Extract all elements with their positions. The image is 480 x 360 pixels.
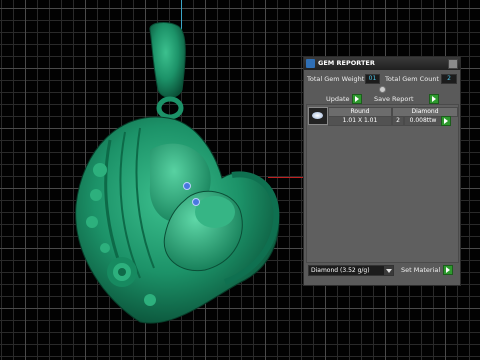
update-button[interactable] bbox=[352, 94, 362, 104]
panel-divider-handle[interactable] bbox=[379, 86, 386, 93]
set-material-button[interactable] bbox=[443, 265, 453, 275]
round-gem-icon bbox=[312, 112, 323, 119]
total-gem-count-label: Total Gem Count bbox=[385, 75, 439, 83]
save-report-label: Save Report bbox=[374, 95, 414, 103]
total-gem-count-field: 2 bbox=[441, 74, 457, 84]
gem-count-cell: 2 bbox=[392, 116, 404, 126]
chevron-down-icon[interactable] bbox=[384, 266, 393, 275]
update-label: Update bbox=[326, 95, 350, 103]
save-report-button[interactable] bbox=[429, 94, 439, 104]
total-gem-weight-field: 01 bbox=[365, 74, 380, 84]
material-value: Diamond (3.52 g/g) bbox=[311, 267, 370, 274]
set-material-label: Set Material bbox=[401, 266, 441, 274]
gem-marker bbox=[183, 182, 191, 190]
gem-select-button[interactable] bbox=[441, 116, 451, 126]
close-icon[interactable] bbox=[448, 59, 458, 69]
gem-weight-cell: 0.008ttw bbox=[404, 116, 442, 126]
gem-marker bbox=[192, 198, 200, 206]
pendant-bail bbox=[149, 22, 186, 98]
total-gem-weight-label: Total Gem Weight bbox=[307, 75, 365, 83]
pendant-jump-ring bbox=[156, 96, 184, 120]
gem-thumbnail[interactable] bbox=[308, 107, 328, 125]
panel-title-bar[interactable]: GEM REPORTER bbox=[304, 57, 460, 70]
gem-size-cell: 1.01 X 1.01 bbox=[328, 116, 392, 126]
gem-reporter-logo-icon bbox=[306, 59, 315, 68]
panel-title: GEM REPORTER bbox=[318, 59, 375, 67]
gem-reporter-panel: GEM REPORTER Total Gem Weight 01 Total G… bbox=[303, 56, 461, 286]
gem-list[interactable]: Round Diamond 1.01 X 1.01 2 0.008ttw bbox=[306, 104, 459, 263]
material-select[interactable]: Diamond (3.52 g/g) bbox=[308, 265, 394, 276]
